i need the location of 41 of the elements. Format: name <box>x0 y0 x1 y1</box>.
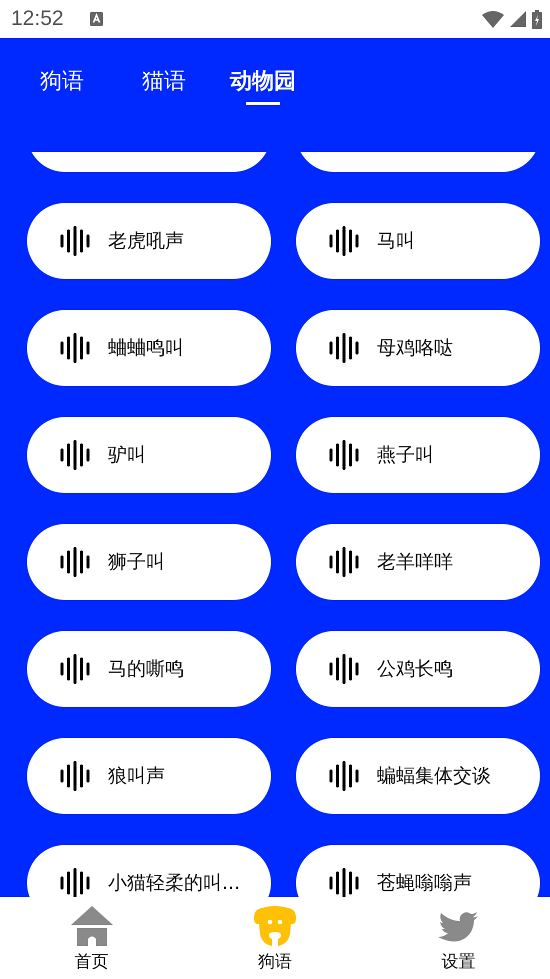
tab[interactable]: 猫语 <box>142 66 186 105</box>
waveform-icon <box>329 654 359 684</box>
nav-item[interactable]: 首页 <box>0 897 184 979</box>
waveform-icon <box>60 440 90 470</box>
nav-item[interactable]: 设置 <box>366 897 550 979</box>
sound-button[interactable]: 狮子叫 <box>27 524 271 600</box>
wifi-icon <box>482 10 504 28</box>
sound-button[interactable]: 燕子叫 <box>296 417 540 493</box>
signal-icon <box>510 11 526 27</box>
waveform-icon <box>60 654 90 684</box>
home-icon <box>70 906 113 946</box>
status-time: 12:52 <box>11 7 64 31</box>
waveform-icon <box>60 761 90 791</box>
sound-button[interactable]: 苍蝇嗡嗡声 <box>296 845 540 897</box>
sound-button[interactable]: 老羊咩咩 <box>296 524 540 600</box>
sound-button[interactable]: 小猫轻柔的叫... <box>27 845 271 897</box>
sound-button[interactable]: 公鸡长鸣 <box>296 631 540 707</box>
notification-icon <box>90 12 103 26</box>
waveform-icon <box>60 868 90 897</box>
waveform-icon <box>329 226 359 256</box>
sound-button[interactable]: 马叫 <box>296 203 540 279</box>
sound-button[interactable]: 老虎吼声 <box>27 203 271 279</box>
waveform-icon <box>329 440 359 470</box>
sound-button[interactable]: 狼叫声 <box>27 738 271 814</box>
sound-button[interactable]: 驴叫 <box>27 417 271 493</box>
sound-button[interactable]: 马的嘶鸣 <box>27 631 271 707</box>
dog-face-icon <box>254 906 296 946</box>
nav-item[interactable]: 狗语 <box>183 897 367 979</box>
battery-icon <box>532 10 542 28</box>
tab[interactable]: 动物园 <box>230 66 296 105</box>
sound-button[interactable]: 蛐蛐鸣叫 <box>27 310 271 386</box>
waveform-icon <box>60 226 90 256</box>
sound-button[interactable]: 母鸡咯哒 <box>296 310 540 386</box>
sound-button[interactable]: 蝙蝠集体交谈 <box>296 738 540 814</box>
waveform-icon <box>60 547 90 577</box>
waveform-icon <box>329 547 359 577</box>
waveform-icon <box>60 333 90 363</box>
tab[interactable]: 狗语 <box>40 66 84 105</box>
waveform-icon <box>329 333 359 363</box>
waveform-icon <box>329 868 359 897</box>
waveform-icon <box>329 761 359 791</box>
